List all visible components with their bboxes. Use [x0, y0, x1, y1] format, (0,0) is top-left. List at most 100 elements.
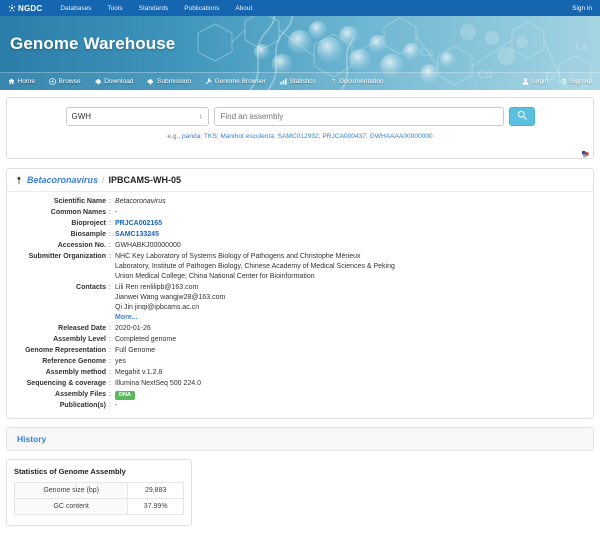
bioproject-link[interactable]: PRJCA002165 [115, 219, 593, 229]
history-section-header[interactable]: History [6, 427, 594, 451]
field-label: Sequencing & coverage [7, 379, 109, 389]
field-value: Lili Ren renlilipb@163.com Jianwei Wang … [115, 283, 593, 323]
field-label: Assembly Level [7, 335, 109, 345]
field-accession-no: Accession No. : GWHABKJ00000000 [7, 241, 593, 251]
menu-item-documentation-label: Documentation [339, 78, 383, 85]
search-examples: e.g., panda; TKS; Manihot esculenta; SAM… [7, 133, 593, 140]
example-link-tks[interactable]: TKS [204, 133, 217, 140]
statistics-title: Statistics of Genome Assembly [14, 467, 184, 476]
search-button[interactable] [509, 107, 535, 126]
nav-item-tools[interactable]: Tools [107, 5, 122, 12]
field-value: 2020-01-26 [115, 324, 593, 334]
field-value: - [115, 208, 593, 218]
site-banner: Ca Cd Ls Er Genome Warehouse [0, 16, 600, 90]
org-line-1: NHC Key Laboratory of Systems Biology of… [115, 252, 585, 262]
contacts-more-link[interactable]: More... [115, 313, 585, 323]
user-icon [522, 78, 529, 85]
menu-item-browse-label: Browse [59, 78, 81, 85]
menu-item-browse[interactable]: Browse [49, 78, 81, 85]
breadcrumb-separator: / [102, 175, 105, 185]
menu-item-documentation[interactable]: ? Documentation [330, 78, 384, 85]
biosample-link[interactable]: SAMC133245 [115, 230, 593, 240]
field-value: NHC Key Laboratory of Systems Biology of… [115, 252, 593, 282]
banner-menu-right: Login Sign up [522, 78, 592, 85]
field-assembly-method: Assembly method : Megahit v.1.2.8 [7, 368, 593, 378]
field-value: Full Genome [115, 346, 593, 356]
menu-item-submission-label: Submission [157, 78, 191, 85]
field-reference-genome: Reference Genome : yes [7, 357, 593, 367]
ngdc-brand[interactable]: NGDC [8, 4, 42, 13]
contact-line-2: Jianwei Wang wangjw28@163.com [115, 293, 585, 303]
stat-name: GC content [15, 499, 128, 515]
menu-item-signup[interactable]: Sign up [560, 78, 592, 85]
svg-text:?: ? [331, 79, 335, 85]
wrench-icon [205, 78, 212, 85]
field-genome-representation: Genome Representation : Full Genome [7, 346, 593, 356]
field-value: GWHABKJ00000000 [115, 241, 593, 251]
search-panel: GWH ↕ e.g., panda; TKS; Manihot esculent… [6, 97, 594, 159]
menu-item-submission[interactable]: Submission [147, 78, 191, 85]
nav-item-databases[interactable]: Databases [60, 5, 91, 12]
assembly-detail-card: Betacoronavirus / IPBCAMS-WH-05 Scientif… [6, 168, 594, 419]
field-value: Betacoronavirus [115, 197, 593, 207]
field-label: Contacts [7, 283, 109, 323]
browse-icon [49, 78, 56, 85]
bar-chart-icon [280, 78, 287, 85]
menu-item-statistics[interactable]: Statistics [280, 78, 316, 85]
field-publications: Publication(s) : - [7, 401, 593, 411]
stat-value: 37.99% [128, 499, 184, 515]
upload-cloud-icon [147, 78, 154, 85]
menu-item-genome-browser-label: Genome Browser [215, 78, 266, 85]
field-label: Genome Representation [7, 346, 109, 356]
detail-field-list: Scientific Name : Betacoronavirus Common… [7, 192, 593, 418]
feedback-icon[interactable] [582, 149, 589, 156]
field-submitter-organization: Submitter Organization : NHC Key Laborat… [7, 252, 593, 282]
stat-value: 29,883 [128, 483, 184, 499]
example-link-panda[interactable]: panda [182, 133, 200, 140]
breadcrumb: Betacoronavirus / IPBCAMS-WH-05 [7, 169, 593, 192]
nav-item-standards[interactable]: Standards [139, 5, 169, 12]
dna-file-badge[interactable]: DNA [115, 391, 135, 400]
field-label: Common Names [7, 208, 109, 218]
menu-item-signup-label: Sign up [570, 78, 592, 85]
menu-item-genome-browser[interactable]: Genome Browser [205, 78, 266, 85]
field-label: Bioproject [7, 219, 109, 229]
download-cloud-icon [95, 78, 102, 85]
example-link-manihot-esculenta[interactable]: Manihot esculenta [220, 133, 274, 140]
breadcrumb-strain: IPBCAMS-WH-05 [109, 175, 182, 185]
example-link-prjca000437[interactable]: PRJCA000437 [322, 133, 366, 140]
contact-line-1: Lili Ren renlilipb@163.com [115, 283, 585, 293]
table-row: GC content 37.99% [15, 499, 184, 515]
field-value: Megahit v.1.2.8 [115, 368, 593, 378]
nav-item-publications[interactable]: Publications [184, 5, 219, 12]
menu-item-download[interactable]: Download [95, 78, 134, 85]
ngdc-nav-items: Databases Tools Standards Publications A… [60, 5, 252, 12]
field-assembly-files: Assembly Files : DNA [7, 390, 593, 400]
search-row: GWH ↕ [7, 107, 593, 126]
database-select[interactable]: GWH ↕ [66, 107, 209, 126]
ngdc-top-nav: NGDC Databases Tools Standards Publicati… [0, 0, 600, 16]
menu-item-download-label: Download [104, 78, 133, 85]
sign-in-link[interactable]: Sign in [572, 5, 592, 12]
org-line-3: Union Medical College; China National Ce… [115, 272, 585, 282]
nav-item-about[interactable]: About [235, 5, 252, 12]
example-link-samc012932[interactable]: SAMC012932 [278, 133, 319, 140]
field-label: Publication(s) [7, 401, 109, 411]
phylogenetic-tree-icon [15, 176, 23, 185]
org-line-2: Laboratory, Institute of Pathogen Biolog… [115, 262, 585, 272]
field-value: - [115, 401, 593, 411]
field-sequencing-coverage: Sequencing & coverage : Illumina NextSeq… [7, 379, 593, 389]
example-link-gwhaaaa00000000[interactable]: GWHAAAA00000000 [370, 133, 433, 140]
menu-item-login[interactable]: Login [522, 78, 548, 85]
menu-item-home[interactable]: Home [8, 78, 35, 85]
field-label: Scientific Name [7, 197, 109, 207]
field-scientific-name: Scientific Name : Betacoronavirus [7, 197, 593, 207]
field-value: DNA [115, 390, 593, 400]
contact-line-3: Qi Jin jinqi@ipbcams.ac.cn [115, 303, 585, 313]
history-title: History [17, 434, 46, 444]
field-label: Reference Genome [7, 357, 109, 367]
breadcrumb-species-link[interactable]: Betacoronavirus [27, 175, 98, 185]
search-input[interactable] [214, 107, 504, 126]
banner-menu: Home Browse Download Submission Genome B… [0, 72, 600, 90]
database-select-value: GWH [72, 112, 92, 121]
